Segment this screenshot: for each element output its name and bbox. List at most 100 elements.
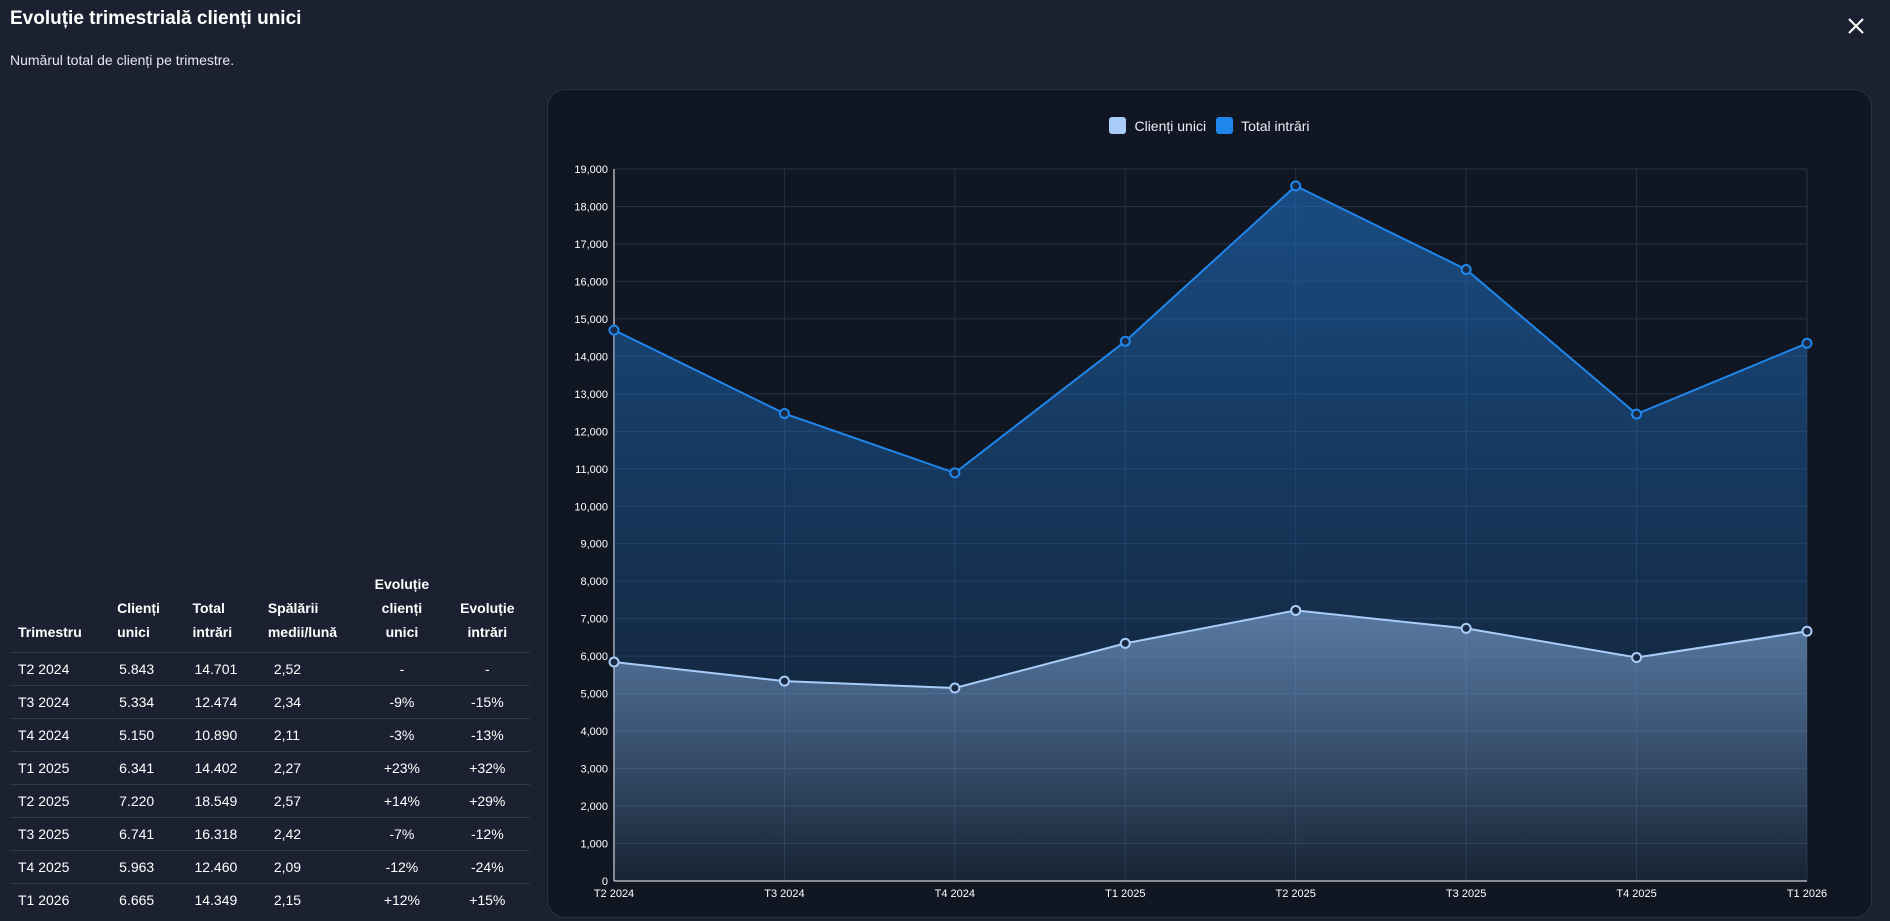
- data-point-series-1: [1119, 637, 1131, 649]
- data-point-series-2: [778, 408, 790, 420]
- y-tick-label: 17,000: [574, 239, 608, 251]
- data-point-series-2: [608, 324, 620, 336]
- chart-panel: Clienți unici Total intrări 0 1,000 2,000 3…: [547, 89, 1872, 918]
- col-header-text: Evoluție: [374, 576, 430, 592]
- table-cell: T2 2025: [10, 784, 110, 818]
- table-cell: T4 2025: [10, 850, 110, 884]
- data-point-series-1: [608, 656, 620, 668]
- table-cell: 7.220: [109, 784, 185, 818]
- col-header-quarter: Trimestru: [10, 572, 109, 653]
- page-subtitle: Numărul total de clienți pe trimestre.: [10, 52, 235, 68]
- y-tick-label: 10,000: [574, 501, 608, 513]
- table-cell: 2,57: [259, 784, 360, 818]
- table-cell: 12.474: [184, 685, 260, 719]
- table-row: T1 2026 6.665 14.349 2,15 +12% +15%: [10, 883, 530, 916]
- table-cell: T1 2026: [10, 883, 110, 916]
- y-tick-label: 18,000: [574, 201, 608, 213]
- y-tick-label: 5,000: [580, 689, 608, 701]
- col-header-total-entries: Total intrări: [184, 572, 259, 653]
- table-cell: -12%: [444, 817, 530, 851]
- table-cell: 14.349: [184, 883, 260, 916]
- x-tick-label: T4 2025: [1616, 888, 1656, 900]
- data-point-series-2: [1119, 335, 1131, 347]
- y-tick-label: 7,000: [580, 614, 608, 626]
- table-cell: +23%: [359, 751, 445, 785]
- table-cell: T1 2025: [10, 751, 110, 785]
- table-cell: 2,34: [259, 685, 360, 719]
- table-cell: 12.460: [184, 850, 260, 884]
- y-tick-label: 16,000: [574, 276, 608, 288]
- data-point-series-1: [1801, 625, 1813, 637]
- table-cell: -3%: [359, 718, 445, 752]
- data-point-series-1: [1631, 652, 1643, 664]
- data-point-series-2: [1290, 180, 1302, 192]
- table-row: T3 2024 5.334 12.474 2,34 -9% -15%: [10, 685, 530, 719]
- table-cell: +12%: [359, 883, 445, 916]
- table-cell: T2 2024: [10, 652, 110, 686]
- table-cell: 2,52: [259, 652, 360, 686]
- table-row: T4 2025 5.963 12.460 2,09 -12% -24%: [10, 850, 530, 884]
- table-cell: 2,27: [259, 751, 360, 785]
- data-point-series-2: [1801, 337, 1813, 349]
- table-row: T1 2025 6.341 14.402 2,27 +23% +32%: [10, 751, 530, 785]
- col-header-entries-evolution: Evoluție intrări: [445, 572, 530, 653]
- col-header-text: medii/lună: [267, 624, 338, 640]
- data-point-series-2: [1631, 408, 1643, 420]
- col-header-text: unici: [117, 624, 150, 640]
- table-cell: 2,09: [259, 850, 360, 884]
- y-tick-label: 6,000: [580, 651, 608, 663]
- x-tick-label: T2 2024: [594, 888, 634, 900]
- table-cell: 14.402: [184, 751, 260, 785]
- page-title: Evoluție trimestrială clienți unici: [10, 8, 302, 29]
- table-cell: 5.843: [109, 652, 185, 686]
- y-tick-label: 19,000: [574, 164, 608, 176]
- area-chart: 0 1,000 2,000 3,000 4,000 5,000 6,000 7,000 8,00…: [574, 164, 1827, 900]
- table-row: T2 2024 5.843 14.701 2,52- -: [10, 652, 530, 686]
- table-cell: 2,42: [259, 817, 360, 851]
- col-header-text: Spălării: [267, 600, 319, 616]
- x-tick-label: T4 2024: [935, 888, 975, 900]
- table-cell: -13%: [444, 718, 530, 752]
- x-tick-label: T1 2025: [1105, 888, 1145, 900]
- y-tick-label: 3,000: [580, 764, 608, 776]
- table-cell: 5.963: [109, 850, 185, 884]
- col-header-client-evolution: Evoluție clienți unici: [359, 572, 444, 653]
- y-tick-label: 1,000: [580, 839, 608, 851]
- table-cell: 14.701: [184, 652, 260, 686]
- close-button[interactable]: [1844, 14, 1868, 38]
- close-icon: [1848, 18, 1864, 34]
- y-tick-label: 4,000: [580, 726, 608, 738]
- quarterly-table-container: Trimestru Clienți unici Total intrări Spăl…: [10, 572, 530, 916]
- col-header-text: intrări: [192, 624, 233, 640]
- col-header-text: unici: [385, 624, 419, 640]
- data-point-series-1: [1460, 622, 1472, 634]
- col-header-avg-washes: Spălării medii/lună: [260, 572, 359, 653]
- quarterly-table: Trimestru Clienți unici Total intrări Spăl…: [10, 572, 530, 916]
- table-cell: 18.549: [184, 784, 260, 818]
- table-cell: -: [444, 652, 530, 686]
- x-tick-label: T3 2025: [1446, 888, 1486, 900]
- table-header-row: Trimestru Clienți unici Total intrări Spăl…: [10, 572, 530, 653]
- table-cell: -9%: [359, 685, 445, 719]
- data-point-series-1: [778, 675, 790, 687]
- table-cell: +29%: [444, 784, 530, 818]
- table-cell: 5.334: [109, 685, 185, 719]
- table-row: T4 2024 5.150 10.890 2,11 -3% -13%: [10, 718, 530, 752]
- table-cell: -7%: [359, 817, 445, 851]
- y-tick-label: 9,000: [580, 539, 608, 551]
- y-tick-label: 14,000: [574, 351, 608, 363]
- x-tick-label: T1 2026: [1787, 888, 1827, 900]
- data-point-series-1: [1290, 604, 1302, 616]
- table-row: T3 2025 6.741 16.318 2,42 -7% -12%: [10, 817, 530, 851]
- table-cell: 6.341: [109, 751, 185, 785]
- col-header-text: Clienți: [117, 600, 160, 616]
- x-tick-label: T2 2025: [1276, 888, 1316, 900]
- table-cell: +15%: [444, 883, 530, 916]
- table-cell: -15%: [444, 685, 530, 719]
- y-tick-label: 2,000: [580, 801, 608, 813]
- table-cell: 10.890: [184, 718, 260, 752]
- data-point-series-2: [1460, 264, 1472, 276]
- data-point-series-1: [949, 682, 961, 694]
- y-tick-label: 0: [602, 876, 608, 888]
- table-body: T2 2024 5.843 14.701 2,52- - T3 2024 5.334 12.4…: [10, 652, 530, 916]
